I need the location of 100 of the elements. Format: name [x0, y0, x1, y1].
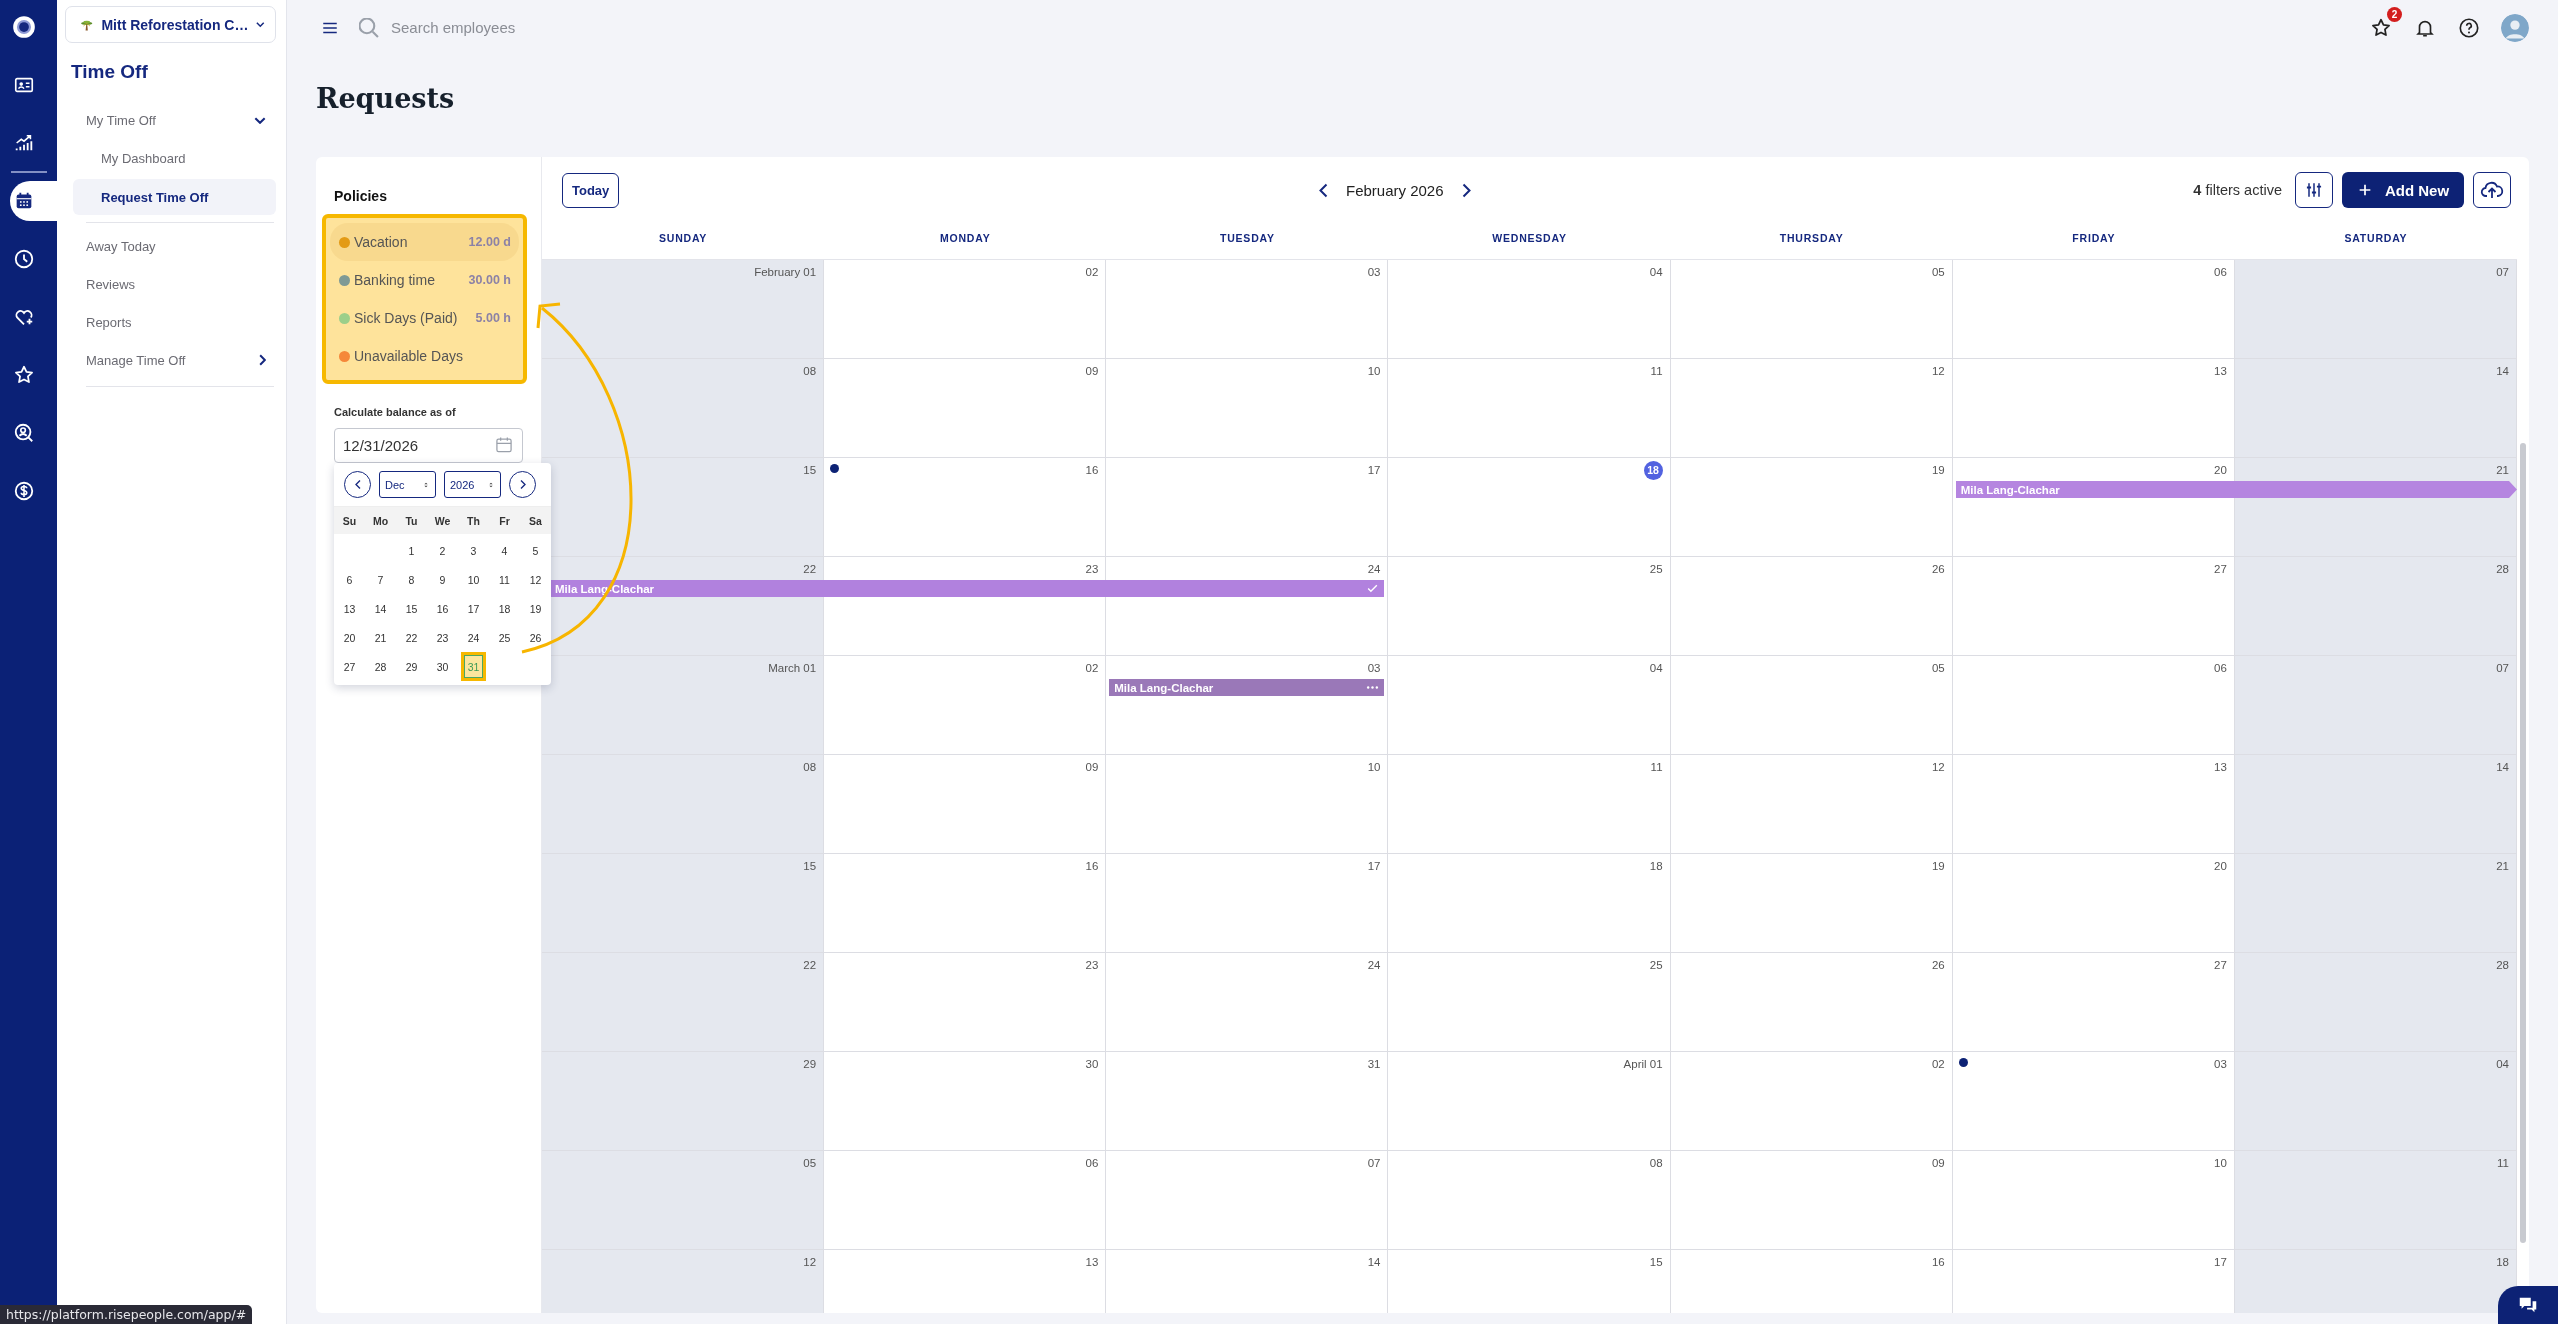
calendar-nav-button[interactable] [10, 181, 57, 221]
day-number: 23 [1085, 958, 1099, 972]
company-selector[interactable]: Mitt Reforestation C… [65, 6, 276, 43]
day-number: 12 [1931, 760, 1945, 774]
policy-row[interactable]: Sick Days (Paid) 5.00 h [330, 299, 519, 337]
weekday-header: THURSDAY [1778, 232, 1845, 244]
weekday-header: MONDAY [938, 232, 992, 244]
day-button[interactable]: 7 [369, 567, 392, 592]
day-button[interactable]: 8 [400, 567, 423, 592]
weekday-header: TUESDAY [1218, 232, 1276, 244]
day-button[interactable]: 13 [338, 596, 361, 621]
day-button[interactable]: 27 [338, 654, 361, 679]
day-button[interactable]: 25 [493, 625, 516, 650]
day-button[interactable]: 6 [338, 567, 361, 592]
scrollbar-thumb[interactable] [2520, 443, 2526, 1243]
date-field[interactable]: 12/31/2026 [334, 428, 523, 463]
search-field[interactable]: Search employees [389, 18, 729, 37]
logo-icon [11, 14, 37, 40]
day-button[interactable]: 16 [431, 596, 454, 621]
day-button[interactable]: 30 [431, 654, 454, 679]
menu-item[interactable]: My Time Off [73, 101, 276, 139]
policy-balance: 30.00 h [468, 273, 511, 287]
chat-button[interactable] [2498, 1286, 2558, 1324]
day-number: February 01 [754, 265, 817, 279]
day-number: 16 [1085, 859, 1099, 873]
calendar-icon [494, 435, 514, 455]
day-button[interactable]: 11 [493, 567, 516, 592]
upload-button[interactable] [2473, 172, 2511, 208]
day-number: 17 [2214, 1255, 2227, 1269]
day-button[interactable]: 15 [400, 596, 423, 621]
day-button[interactable]: 5 [524, 538, 547, 563]
day-button[interactable]: 29 [400, 654, 423, 679]
weekday-label: Su [341, 514, 358, 527]
day-button[interactable]: 17 [462, 596, 485, 621]
day-button[interactable]: 4 [493, 538, 516, 563]
next-month-button[interactable] [509, 471, 536, 498]
today-button[interactable]: Today [562, 172, 620, 208]
help-icon [2458, 16, 2480, 39]
menu-item[interactable]: Manage Time Off [73, 341, 276, 379]
chevron-left-icon [354, 479, 361, 490]
notification-badge: 2 [2387, 6, 2402, 22]
policy-row[interactable]: Vacation 12.00 d [330, 223, 519, 261]
weekday-header: WEDNESDAY [1491, 232, 1568, 244]
chevron-right-icon [519, 479, 526, 490]
day-button[interactable]: 2 [431, 538, 454, 563]
day-button[interactable]: 22 [400, 625, 423, 650]
day-button[interactable]: 18 [493, 596, 516, 621]
policies-heading: Policies [334, 188, 388, 204]
day-button[interactable]: 20 [338, 625, 361, 650]
day-button[interactable]: 1 [400, 538, 423, 563]
day-button[interactable]: 24 [462, 625, 485, 650]
day-number: 31 [1367, 1057, 1381, 1071]
add-new-button[interactable]: Add New [2342, 172, 2464, 208]
day-number: 03 [1367, 661, 1381, 675]
clock-icon [13, 248, 35, 270]
weekday-label: Mo [371, 514, 390, 527]
day-button[interactable]: 10 [462, 567, 485, 592]
menu-item[interactable]: Away Today [73, 227, 276, 265]
day-button[interactable]: 23 [431, 625, 454, 650]
day-number: 10 [2214, 1156, 2227, 1170]
year-select[interactable]: 2026 [444, 471, 501, 498]
policy-row[interactable]: Unavailable Days [330, 337, 519, 375]
day-number: 15 [1649, 1255, 1663, 1269]
previous-month-button[interactable] [344, 471, 371, 498]
day-button[interactable]: 14 [369, 596, 392, 621]
day-number: 15 [803, 859, 817, 873]
menu-item[interactable]: Reviews [73, 265, 276, 303]
day-button[interactable]: 12 [524, 567, 547, 592]
submenu-item[interactable]: Request Time Off [73, 179, 276, 215]
filter-button[interactable] [2295, 172, 2333, 208]
submenu-item[interactable]: My Dashboard [73, 139, 276, 177]
policy-row[interactable]: Banking time 30.00 h [330, 261, 519, 299]
day-number: 05 [803, 1156, 817, 1170]
day-number: 04 [1649, 265, 1663, 279]
day-number: 27 [2214, 562, 2227, 576]
month-select[interactable]: Dec [379, 471, 436, 498]
day-number: 13 [1085, 1255, 1099, 1269]
day-number: 08 [803, 760, 817, 774]
day-number: 25 [1649, 562, 1663, 576]
menu-item[interactable]: Reports [73, 303, 276, 341]
day-number: 22 [803, 562, 817, 576]
day-number: 21 [2496, 859, 2509, 873]
previous-month-button[interactable] [1319, 182, 1328, 198]
day-number: 06 [2214, 265, 2227, 279]
weekday-header: SUNDAY [657, 232, 709, 244]
event-bar[interactable]: Mila Lang-Clachar [1109, 679, 1385, 696]
day-button[interactable]: 21 [369, 625, 392, 650]
day-button[interactable]: 19 [524, 596, 547, 621]
day-button[interactable]: 3 [462, 538, 485, 563]
next-month-button[interactable] [1461, 182, 1471, 198]
day-number: 11 [1650, 760, 1663, 774]
day-button[interactable]: 28 [369, 654, 392, 679]
day-number: 07 [2496, 661, 2509, 675]
day-button[interactable]: 26 [524, 625, 547, 650]
day-number: 18 [2496, 1255, 2509, 1269]
chevron-down-icon [256, 20, 265, 29]
day-number: 24 [1367, 958, 1381, 972]
day-button[interactable]: 9 [431, 567, 454, 592]
sliders-icon [2304, 180, 2324, 200]
today-marker: 18 [1643, 461, 1663, 480]
